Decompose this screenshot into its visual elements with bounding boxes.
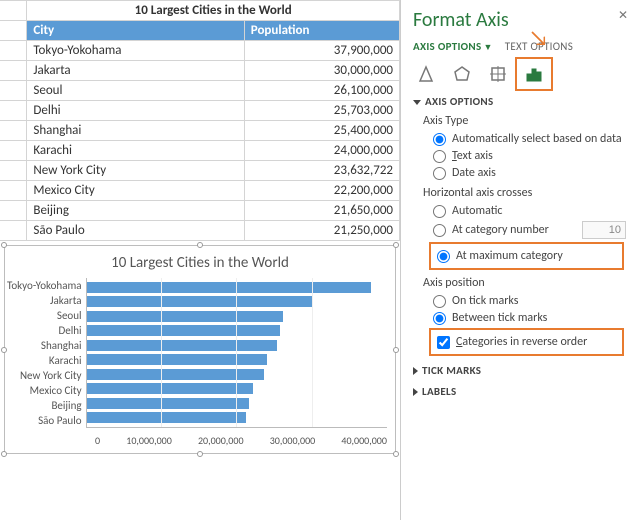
bar[interactable] [87,296,312,307]
y-tick-label: Mexico City [7,383,82,398]
col-header-pop[interactable]: Population [244,21,399,41]
y-tick-label: Jakarta [7,293,82,308]
radio-axis-auto[interactable]: Automatically select based on data [433,132,626,146]
chart-x-axis[interactable]: 0 10,000,000 20,000,000 30,000,000 40,000,00… [5,432,395,453]
axis-options-chart-icon[interactable] [521,63,547,85]
cell-city[interactable]: Jakarta [27,61,244,81]
cell-pop[interactable]: 25,703,000 [244,101,399,121]
cell-pop[interactable]: 21,650,000 [244,201,399,221]
table-title: 10 Largest Cities in the World [27,1,400,21]
y-tick-label: Seoul [7,308,82,323]
col-header-city[interactable]: City [27,21,244,41]
radio-crosses-at-max[interactable]: At maximum category [437,249,620,263]
x-tick-label: 0 [95,434,100,447]
tab-text-options[interactable]: TEXT OPTIONS [505,40,573,53]
x-tick-label: 10,000,000 [126,434,172,447]
crosses-label: Horizontal axis crosses [423,186,626,200]
cell-city[interactable]: Karachi [27,141,244,161]
pane-title: Format Axis [413,6,509,36]
chart-title[interactable]: 10 Largest Cities in the World [5,246,395,278]
bar[interactable] [87,340,278,351]
worksheet-and-chart: 10 Largest Cities in the World City Popu… [0,0,400,520]
cell-pop[interactable]: 21,250,000 [244,221,399,241]
close-icon[interactable]: ✕ [618,8,628,23]
fill-line-icon[interactable] [413,63,439,85]
cell-city[interactable]: Seoul [27,81,244,101]
crosses-number-input[interactable] [582,221,626,239]
bar[interactable] [87,354,267,365]
chart-container[interactable]: 10 Largest Cities in the World Tokyo-Yok… [4,245,396,454]
axis-type-label: Axis Type [423,114,626,128]
bar[interactable] [87,412,247,423]
bar[interactable] [87,282,372,293]
cell-pop[interactable]: 30,000,000 [244,61,399,81]
effects-icon[interactable] [449,63,475,85]
data-table: 10 Largest Cities in the World City Popu… [0,0,400,241]
y-tick-label: Beijing [7,398,82,413]
section-labels[interactable]: LABELS [413,385,626,398]
y-tick-label: São Paulo [7,413,82,428]
chart-plot-area[interactable] [86,278,387,428]
section-axis-options[interactable]: AXIS OPTIONS [413,95,626,108]
option-icon-row [413,63,626,85]
callout-at-max: At maximum category [429,242,624,270]
cell-city[interactable]: New York City [27,161,244,181]
size-properties-icon[interactable] [485,63,511,85]
y-tick-label: Shanghai [7,338,82,353]
position-label: Axis position [423,276,626,290]
x-tick-label: 40,000,000 [341,434,387,447]
cell-city[interactable]: Shanghai [27,121,244,141]
x-tick-label: 20,000,000 [198,434,244,447]
radio-axis-date[interactable]: Date axis [433,166,626,180]
cell-city[interactable]: São Paulo [27,221,244,241]
radio-pos-between[interactable]: Between tick marks [433,311,626,325]
check-reverse-order[interactable]: Categories in reverse order [437,335,620,349]
bar[interactable] [87,398,250,409]
radio-crosses-auto[interactable]: Automatic [433,204,626,218]
x-tick-label: 30,000,000 [270,434,316,447]
cell-pop[interactable]: 23,632,722 [244,161,399,181]
y-tick-label: New York City [7,368,82,383]
cell-pop[interactable]: 37,900,000 [244,41,399,61]
callout-reverse: Categories in reverse order [429,328,624,356]
chart-y-axis[interactable]: Tokyo-YokohamaJakartaSeoulDelhiShanghaiK… [7,278,86,428]
cell-pop[interactable]: 24,000,000 [244,141,399,161]
cell-city[interactable]: Tokyo-Yokohama [27,41,244,61]
y-tick-label: Karachi [7,353,82,368]
bar[interactable] [87,383,254,394]
cell-city[interactable]: Beijing [27,201,244,221]
tab-axis-options[interactable]: AXIS OPTIONS▼ [413,40,493,53]
y-tick-label: Tokyo-Yokohama [7,278,82,293]
bar[interactable] [87,369,265,380]
cell-pop[interactable]: 25,400,000 [244,121,399,141]
section-tick-marks[interactable]: TICK MARKS [413,364,626,377]
radio-axis-text[interactable]: Text axis [433,149,626,163]
radio-pos-on[interactable]: On tick marks [433,294,626,308]
cell-city[interactable]: Delhi [27,101,244,121]
bar[interactable] [87,325,280,336]
cell-pop[interactable]: 22,200,000 [244,181,399,201]
cell-pop[interactable]: 26,100,000 [244,81,399,101]
format-axis-pane: ✕ Format Axis ↘ AXIS OPTIONS▼ TEXT OPTIO… [400,0,636,520]
y-tick-label: Delhi [7,323,82,338]
radio-crosses-at-num[interactable]: At category number [433,221,626,239]
bar[interactable] [87,311,283,322]
cell-city[interactable]: Mexico City [27,181,244,201]
